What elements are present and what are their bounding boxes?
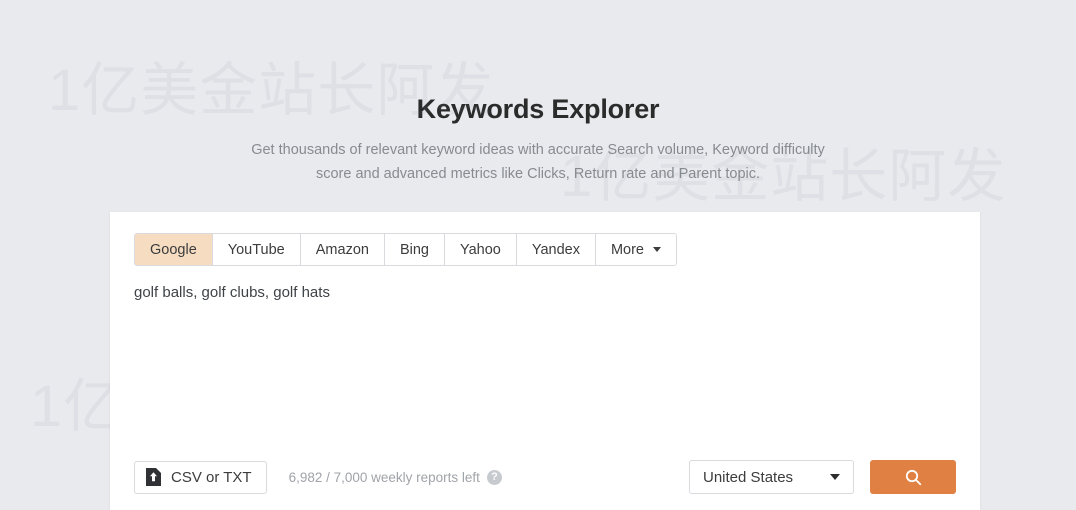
chevron-down-icon — [653, 247, 661, 252]
search-icon — [905, 469, 922, 486]
card-footer-left: CSV or TXT 6,982 / 7,000 weekly reports … — [134, 460, 502, 494]
engine-tab-yandex[interactable]: Yandex — [516, 234, 596, 265]
help-icon[interactable]: ? — [486, 469, 502, 485]
engine-tab-label: Yandex — [531, 241, 580, 258]
card-footer-right: United States — [689, 460, 956, 494]
page-header: Keywords Explorer Get thousands of relev… — [0, 0, 1076, 186]
upload-button-label: CSV or TXT — [171, 468, 252, 486]
engine-tab-bing[interactable]: Bing — [384, 234, 445, 265]
engine-tab-label: Google — [150, 241, 197, 258]
engine-tab-yahoo[interactable]: Yahoo — [444, 234, 517, 265]
page-title: Keywords Explorer — [416, 94, 660, 124]
page-subtitle-line-1: Get thousands of relevant keyword ideas … — [251, 142, 825, 159]
page-subtitle-line-2: score and advanced metrics like Clicks, … — [315, 165, 761, 182]
country-select[interactable]: United States — [689, 460, 854, 494]
engine-tab-more[interactable]: More — [595, 234, 676, 265]
chevron-down-icon — [830, 474, 840, 480]
reports-left-text: 6,982 / 7,000 weekly reports left — [288, 469, 480, 485]
card-footer: CSV or TXT 6,982 / 7,000 weekly reports … — [134, 460, 956, 494]
upload-csv-or-txt-button[interactable]: CSV or TXT — [134, 460, 267, 494]
reports-left-status: 6,982 / 7,000 weekly reports left ? — [288, 469, 502, 485]
engine-tab-label: Yahoo — [459, 241, 501, 258]
engine-tab-group: Google YouTube Amazon Bing Yahoo Yandex … — [134, 233, 677, 266]
country-select-label: United States — [703, 468, 794, 486]
engine-tab-amazon[interactable]: Amazon — [300, 234, 385, 265]
keyword-input[interactable]: golf balls, golf clubs, golf hats — [134, 282, 956, 422]
engine-tab-label: Bing — [399, 241, 429, 258]
page-subtitle: Get thousands of relevant keyword ideas … — [0, 139, 1076, 186]
engine-tab-label: More — [610, 241, 644, 258]
file-upload-icon — [146, 468, 161, 486]
engine-tab-youtube[interactable]: YouTube — [212, 234, 301, 265]
search-card: Google YouTube Amazon Bing Yahoo Yandex … — [110, 212, 980, 510]
engine-tab-label: YouTube — [227, 241, 285, 258]
engine-tab-label: Amazon — [315, 241, 369, 258]
keyword-input-value: golf balls, golf clubs, golf hats — [134, 284, 330, 301]
engine-tab-google[interactable]: Google — [135, 234, 213, 265]
search-button[interactable] — [870, 460, 956, 494]
